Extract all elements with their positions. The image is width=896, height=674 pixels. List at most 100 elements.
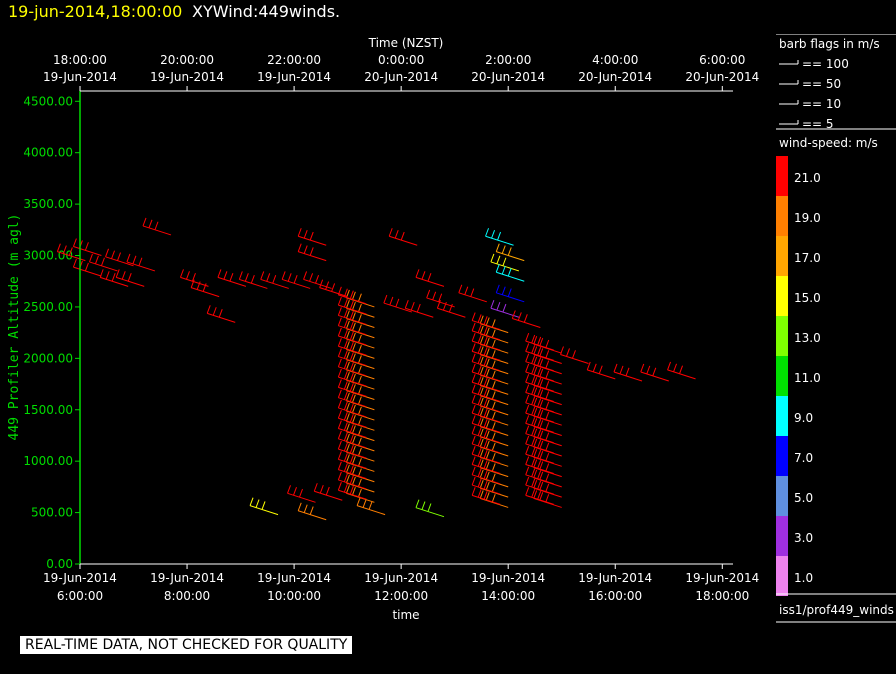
barb-feather [491, 391, 496, 400]
barb-feather [255, 499, 260, 508]
barb-feather [357, 344, 362, 354]
barb-feather [471, 476, 476, 486]
barb-shaft [389, 235, 418, 246]
wind-barb [179, 269, 209, 287]
barb-feather [337, 296, 342, 306]
color-swatch [776, 476, 788, 516]
barb-feather [491, 329, 496, 338]
barb-feather [72, 258, 77, 268]
barb-feather [471, 435, 476, 445]
barb-feather [491, 442, 496, 452]
barb-feather [471, 312, 476, 321]
barb-feather [261, 501, 266, 510]
barb-feather [525, 487, 530, 496]
barb-feather [566, 348, 570, 357]
barb-feather [309, 273, 314, 282]
y-tick-label: 3500.00 [23, 197, 73, 211]
barb-feather [501, 286, 506, 295]
scale-label: 17.0 [794, 251, 821, 265]
barb-feather [111, 250, 115, 259]
barb-feather [229, 272, 234, 282]
quality-disclaimer: REAL-TIME DATA, NOT CHECKED FOR QUALITY [20, 636, 353, 654]
scale-label: 9.0 [794, 411, 813, 425]
x-tick-date: 19-Jun-2014 [364, 571, 438, 585]
barb-feather [337, 389, 342, 398]
barb-feather [293, 487, 297, 496]
barb-feather [368, 501, 373, 510]
wind-barb [495, 264, 525, 282]
barb-shaft [496, 251, 525, 262]
barb-feather [88, 253, 93, 263]
barb-feather [357, 478, 362, 487]
x-axis-label: time [392, 608, 419, 622]
barb-feather [356, 497, 361, 506]
barb-shaft [426, 297, 455, 308]
source-label: iss1/prof449_winds [779, 603, 894, 617]
barb-feather [471, 404, 476, 414]
y-axis-label: 449 Profiler Altitude (m agl) [7, 214, 22, 441]
wind-barb [287, 485, 316, 503]
barb-feather [471, 456, 476, 465]
barb-shaft [356, 505, 386, 516]
wind-profile-plot: 0.00 500.00 1000.00 1500.00 2000.00 2500.00 30… [7, 36, 759, 622]
barb-feather [485, 228, 490, 237]
barb-feather [496, 255, 501, 265]
barb-feather [491, 432, 496, 441]
barb-feather [337, 440, 342, 450]
barb-feather [357, 355, 362, 364]
y-tick-label: 4500.00 [23, 94, 73, 108]
barb-shaft [613, 371, 643, 382]
wind-barb [319, 279, 348, 298]
barb-feather [319, 279, 324, 288]
barb-shaft [525, 494, 554, 505]
barb-feather [525, 466, 530, 475]
scale-label: 11.0 [794, 371, 821, 385]
wind-barb [495, 284, 525, 303]
x-tick-time: 10:00:00 [267, 589, 321, 603]
barb-feather [99, 269, 104, 278]
barb-feather [383, 294, 388, 304]
scale-label: 13.0 [794, 331, 821, 345]
barb-feather [357, 427, 362, 436]
top-tick-time: 18:00:00 [53, 53, 107, 67]
scale-label: 5.0 [794, 491, 813, 505]
top-tick-date: 20-Jun-2014 [685, 70, 759, 84]
barb-feather [471, 384, 476, 393]
barb-shaft [100, 276, 129, 287]
barb-feather [121, 271, 126, 280]
wind-barb [72, 258, 102, 277]
barb-shaft [667, 369, 696, 380]
barb-feather [337, 317, 342, 326]
barb-feather [598, 365, 603, 374]
barb-shaft [405, 307, 434, 318]
barb-feather [313, 483, 318, 492]
wind-barb [383, 294, 413, 313]
barb-feather [545, 380, 550, 390]
barb-feather [507, 288, 512, 297]
barb-feather [179, 269, 184, 278]
barb-shaft [298, 235, 327, 246]
barb-feather [126, 253, 131, 263]
top-tick-time: 4:00:00 [592, 53, 638, 67]
barb-feather [525, 343, 530, 352]
flag-label: == 100 [802, 57, 849, 71]
barb-feather [497, 231, 502, 241]
barb-feather [525, 384, 530, 393]
speed-title: wind-speed: m/s [779, 136, 878, 150]
y-tick-label: 3000.00 [23, 249, 73, 263]
wind-barb [525, 332, 554, 351]
x-tick-date: 19-Jun-2014 [43, 571, 117, 585]
color-swatch [776, 316, 788, 356]
x-tick-time: 18:00:00 [695, 589, 749, 603]
barb-feather [525, 476, 530, 486]
barb-feather [495, 284, 500, 293]
y-tick-label: 1500.00 [23, 403, 73, 417]
barb-shaft [496, 292, 525, 303]
barb-feather [625, 367, 630, 376]
barb-feather [471, 363, 476, 373]
y-tick-label: 0.00 [46, 557, 73, 571]
top-tick-date: 20-Jun-2014 [471, 70, 545, 84]
barb-shaft [249, 505, 279, 516]
barb-shaft [512, 318, 541, 328]
wind-barb [415, 499, 445, 518]
